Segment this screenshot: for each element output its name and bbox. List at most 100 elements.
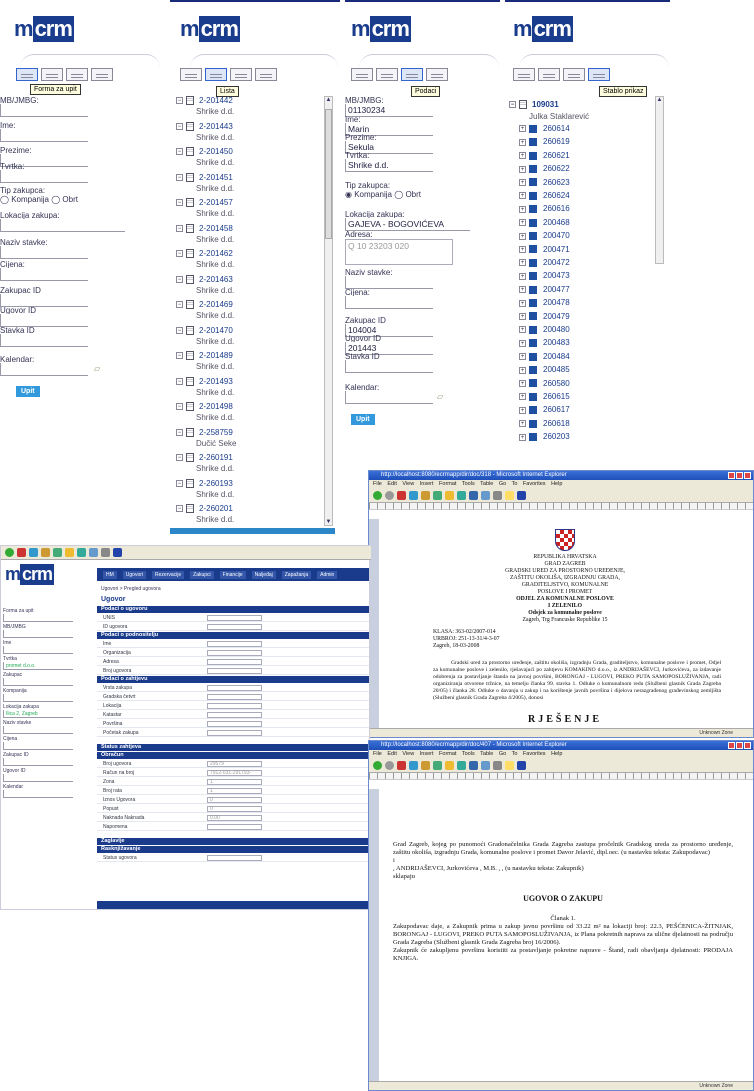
tree-item[interactable]: +260619 [519, 137, 570, 146]
nav-item[interactable]: Rezervacije [152, 570, 185, 579]
collapse-icon[interactable]: − [509, 101, 516, 109]
form-row-input[interactable] [207, 685, 262, 691]
tree-item[interactable]: +260615 [519, 392, 570, 401]
collapse-icon[interactable]: − [176, 505, 183, 513]
expand-icon[interactable]: + [519, 433, 526, 441]
collapse-icon[interactable]: − [176, 479, 183, 487]
window-controls[interactable] [728, 742, 751, 749]
radio-kompanija[interactable]: ◉ [345, 190, 354, 199]
tree-item[interactable]: +260621 [519, 151, 570, 160]
collapse-icon[interactable]: − [176, 97, 183, 105]
form-row-input[interactable]: 0 [207, 806, 262, 812]
upit-button[interactable]: Upit [16, 386, 40, 397]
tree-item[interactable]: +260622 [519, 164, 570, 173]
left-field-input[interactable] [3, 694, 73, 702]
left-field-input[interactable] [3, 646, 73, 654]
collapse-icon[interactable]: − [176, 275, 183, 283]
word-icon[interactable] [517, 761, 526, 770]
tab-tree-icon[interactable] [588, 68, 610, 81]
stop-icon[interactable] [397, 491, 406, 500]
list-item[interactable]: − 2-201458 [176, 224, 233, 233]
lokacija-input[interactable] [0, 219, 125, 232]
form-row-input[interactable] [207, 668, 262, 674]
tab-tree-icon[interactable] [91, 68, 113, 81]
expand-icon[interactable]: + [519, 232, 526, 240]
tree-item[interactable]: +260616 [519, 204, 570, 213]
word-icon[interactable] [113, 548, 122, 557]
nav-item[interactable]: Zakupci [190, 570, 214, 579]
list-item[interactable]: − 2-260201 [176, 504, 233, 514]
expand-icon[interactable]: + [519, 420, 526, 428]
list-item[interactable]: − 2-201470 [176, 326, 233, 335]
scroll-down-icon[interactable]: ▼ [325, 519, 332, 525]
naziv-input[interactable] [0, 246, 88, 259]
tree-root[interactable]: − 109031 [509, 100, 559, 110]
print-icon[interactable] [493, 491, 502, 500]
mail-icon[interactable] [89, 548, 98, 557]
form-row-input[interactable]: 0 [207, 797, 262, 803]
favorites-icon[interactable] [445, 491, 454, 500]
left-field-input[interactable] [3, 774, 73, 782]
expand-icon[interactable]: + [519, 205, 526, 213]
collapse-icon[interactable]: − [176, 122, 183, 130]
list-item[interactable]: − 2-201498 [176, 402, 233, 412]
tab-form-icon[interactable] [513, 68, 535, 81]
tree-item[interactable]: +260203 [519, 432, 570, 441]
list-item[interactable]: − 2-201451 [176, 173, 233, 182]
calendar-icon[interactable]: ▱ [437, 392, 443, 401]
tab-list-icon[interactable] [41, 68, 63, 81]
stop-icon[interactable] [17, 548, 26, 557]
collapse-icon[interactable]: − [176, 301, 183, 309]
collapse-icon[interactable]: − [176, 173, 183, 181]
expand-icon[interactable]: + [519, 366, 526, 374]
nav-item[interactable]: HM [103, 570, 117, 579]
tab-details-icon[interactable] [66, 68, 88, 81]
collapse-icon[interactable]: − [176, 224, 183, 232]
form-row-input[interactable] [207, 650, 262, 656]
left-field-input[interactable] [3, 742, 73, 750]
tree-item[interactable]: +200484 [519, 352, 570, 361]
form-row-input[interactable]: 7912-031-291793- [207, 770, 262, 776]
stop-icon[interactable] [397, 761, 406, 770]
list-item[interactable]: − 2-201457 [176, 198, 233, 208]
cijena-input[interactable] [0, 268, 88, 281]
tree-item[interactable]: +260624 [519, 191, 570, 200]
expand-icon[interactable]: + [519, 406, 526, 414]
expand-icon[interactable]: + [519, 192, 526, 200]
kalendar-input[interactable] [345, 391, 433, 404]
expand-icon[interactable]: + [519, 393, 526, 401]
tree-item[interactable]: +200471 [519, 245, 570, 254]
collapse-icon[interactable]: − [176, 403, 183, 411]
expand-icon[interactable]: + [519, 219, 526, 227]
scroll-thumb[interactable] [325, 109, 332, 239]
expand-icon[interactable]: + [519, 165, 526, 173]
collapse-icon[interactable]: − [176, 250, 183, 258]
list-item[interactable]: − 2-201493 [176, 377, 233, 386]
history-icon[interactable] [469, 491, 478, 500]
collapse-icon[interactable]: − [176, 454, 183, 462]
tree-item[interactable]: +200480 [519, 325, 570, 334]
search-icon[interactable] [53, 548, 62, 557]
radio-kompanija[interactable]: ◯ [0, 195, 11, 204]
left-field-input[interactable]: promet d.o.o. [3, 662, 73, 670]
expand-icon[interactable]: + [519, 353, 526, 361]
stavka-id-input[interactable] [345, 360, 433, 373]
mb-input[interactable] [0, 104, 88, 117]
tree-item[interactable]: +260614 [519, 124, 570, 133]
window-controls[interactable] [728, 472, 751, 479]
tab-list-icon[interactable] [205, 68, 227, 81]
left-field-input[interactable] [3, 726, 73, 734]
collapse-icon[interactable]: − [176, 326, 183, 334]
tab-form-icon[interactable] [16, 68, 38, 81]
list-item[interactable]: − 2-201489 [176, 351, 233, 361]
print-icon[interactable] [493, 761, 502, 770]
nav-item[interactable]: Zapažanja [281, 570, 312, 579]
scroll-up-icon[interactable]: ▲ [656, 97, 663, 103]
media-icon[interactable] [77, 548, 86, 557]
tvrtka-input[interactable] [0, 170, 88, 183]
scroll-up-icon[interactable]: ▲ [325, 97, 332, 103]
tree-item[interactable]: +200468 [519, 218, 570, 227]
collapse-icon[interactable]: − [176, 377, 183, 385]
collapse-icon[interactable]: − [176, 352, 183, 360]
home-icon[interactable] [421, 761, 430, 770]
